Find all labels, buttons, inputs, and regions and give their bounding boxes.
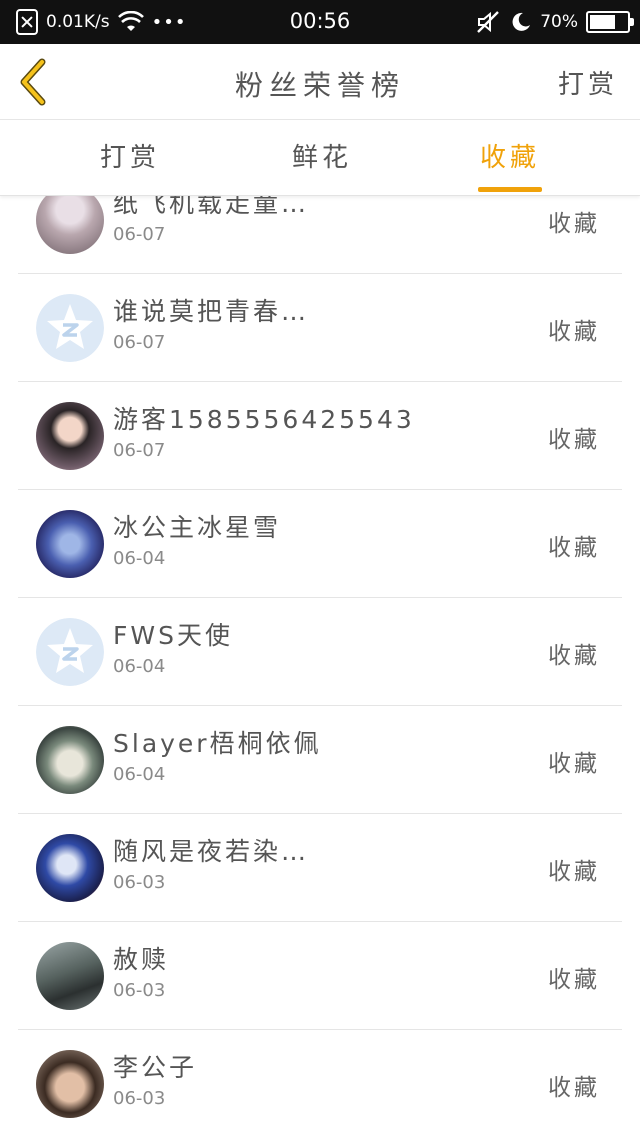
active-tab-indicator <box>478 187 542 192</box>
tab-favorites[interactable]: 收藏 <box>440 120 580 196</box>
list-item[interactable]: FWS天使 06-04 收藏 <box>0 598 640 706</box>
date: 06-07 <box>113 332 166 353</box>
favorite-label: 收藏 <box>548 319 600 345</box>
avatar <box>36 942 104 1010</box>
favorite-label: 收藏 <box>548 211 600 237</box>
favorite-label: 收藏 <box>548 1075 600 1101</box>
date: 06-07 <box>113 224 166 245</box>
list-item[interactable]: Slayer梧桐依佩 06-04 收藏 <box>0 706 640 814</box>
favorite-label: 收藏 <box>548 751 600 777</box>
avatar <box>36 510 104 578</box>
avatar <box>36 196 104 254</box>
user-name: 游客1585556425543 <box>113 405 415 434</box>
user-name: 谁说莫把青春… <box>113 297 310 326</box>
navigation-bar: 粉丝荣誉榜 打赏 <box>0 44 640 120</box>
user-name: FWS天使 <box>113 621 233 650</box>
date: 06-03 <box>113 980 166 1001</box>
date: 06-03 <box>113 1088 166 1109</box>
favorite-label: 收藏 <box>548 427 600 453</box>
date: 06-03 <box>113 872 166 893</box>
status-right: 70% <box>476 8 634 36</box>
favorite-label: 收藏 <box>548 643 600 669</box>
user-name: 冰公主冰星雪 <box>113 513 282 542</box>
mute-icon <box>477 11 500 33</box>
page-title: 粉丝荣誉榜 <box>234 69 405 102</box>
date: 06-04 <box>113 656 166 677</box>
list-item[interactable]: 纸飞机载走童… 06-07 收藏 <box>0 196 640 274</box>
list-item[interactable]: 李公子 06-03 收藏 <box>0 1030 640 1138</box>
favorite-label: 收藏 <box>548 535 600 561</box>
avatar <box>36 834 104 902</box>
default-star-avatar <box>36 294 104 362</box>
avatar <box>36 402 104 470</box>
fan-list[interactable]: 纸飞机载走童… 06-07 收藏 谁说莫把青春… 06-07 收藏 游客1585… <box>0 196 640 1138</box>
battery-icon <box>586 11 634 33</box>
default-star-avatar <box>36 618 104 686</box>
tab-bar: 打赏 鲜花 收藏 <box>0 120 640 196</box>
reward-button[interactable]: 打赏 <box>558 64 618 101</box>
list-item[interactable]: 谁说莫把青春… 06-07 收藏 <box>0 274 640 382</box>
user-name: Slayer梧桐依佩 <box>113 729 322 758</box>
date: 06-04 <box>113 548 166 569</box>
battery-fill <box>590 15 616 29</box>
list-item[interactable]: 赦赎 06-03 收藏 <box>0 922 640 1030</box>
battery-text: 70% <box>540 12 578 32</box>
moon-icon <box>512 12 531 31</box>
date: 06-04 <box>113 764 166 785</box>
user-name: 随风是夜若染… <box>113 837 310 866</box>
list-item[interactable]: 冰公主冰星雪 06-04 收藏 <box>0 490 640 598</box>
list-item[interactable]: 游客1585556425543 06-07 收藏 <box>0 382 640 490</box>
avatar <box>36 1050 104 1118</box>
user-name: 纸飞机载走童… <box>113 196 310 218</box>
tab-flowers[interactable]: 鲜花 <box>252 120 392 196</box>
user-name: 赦赎 <box>113 945 170 974</box>
date: 06-07 <box>113 440 166 461</box>
user-name: 李公子 <box>113 1053 198 1082</box>
favorite-label: 收藏 <box>548 859 600 885</box>
favorite-label: 收藏 <box>548 967 600 993</box>
status-bar: 0.01K/s ••• 00:56 70% <box>0 0 640 44</box>
avatar <box>36 726 104 794</box>
list-item[interactable]: 随风是夜若染… 06-03 收藏 <box>0 814 640 922</box>
tab-reward[interactable]: 打赏 <box>60 120 200 196</box>
